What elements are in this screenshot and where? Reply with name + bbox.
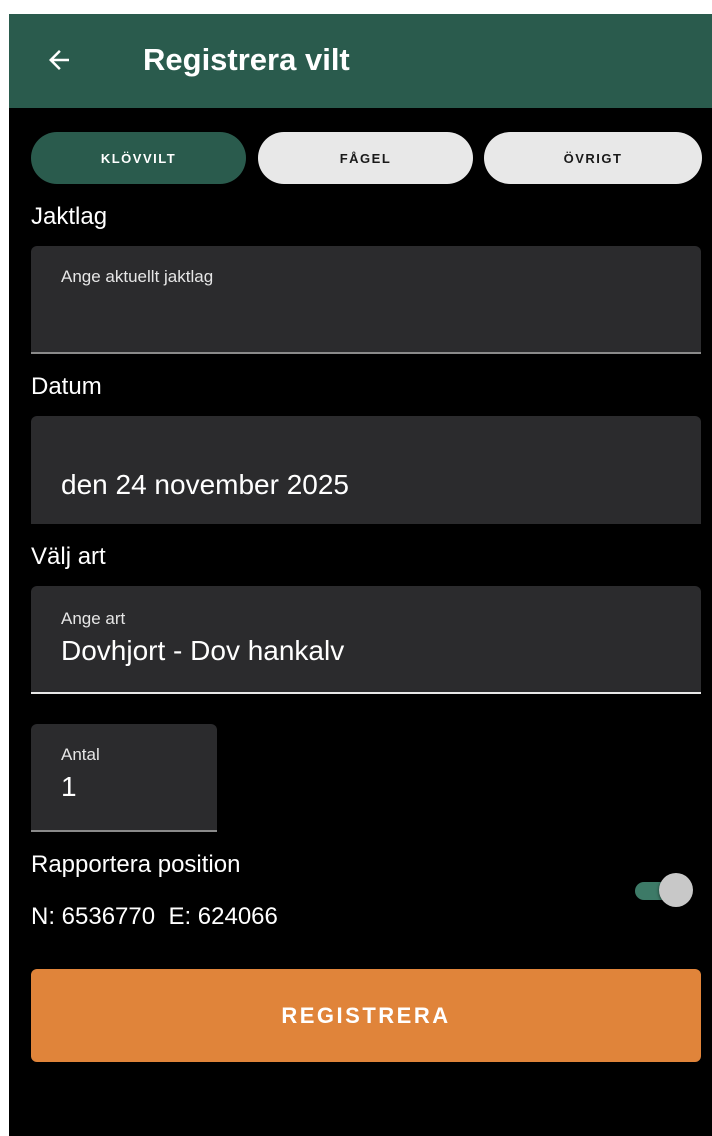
- app-screen: Registrera vilt KLÖVVILT FÅGEL ÖVRIGT Ja…: [9, 14, 712, 1136]
- tab-fagel[interactable]: FÅGEL: [258, 132, 473, 184]
- datum-label: Datum: [31, 373, 102, 400]
- datum-value: den 24 november 2025: [61, 469, 349, 500]
- register-button[interactable]: REGISTRERA: [31, 969, 701, 1062]
- antal-hint: Antal: [61, 745, 100, 764]
- tab-klovvilt[interactable]: KLÖVVILT: [31, 132, 246, 184]
- datum-field[interactable]: den 24 november 2025: [31, 416, 701, 524]
- back-button[interactable]: [37, 38, 81, 82]
- art-value: Dovhjort - Dov hankalv: [61, 635, 345, 666]
- jaktlag-placeholder: Ange aktuellt jaktlag: [61, 267, 214, 286]
- toggle-thumb: [659, 873, 693, 907]
- jaktlag-field[interactable]: Ange aktuellt jaktlag: [31, 246, 701, 354]
- jaktlag-label: Jaktlag: [31, 203, 108, 230]
- art-hint: Ange art: [61, 609, 126, 628]
- art-field[interactable]: Ange art Dovhjort - Dov hankalv: [31, 586, 701, 694]
- arrow-left-icon: [49, 50, 69, 70]
- position-coordinates: N: 6536770 E: 624066: [31, 903, 278, 930]
- page-title: Registrera vilt: [143, 42, 350, 77]
- antal-value: 1: [61, 771, 77, 802]
- tab-ovrigt[interactable]: ÖVRIGT: [484, 132, 702, 184]
- art-label: Välj art: [31, 543, 106, 570]
- app-bar: Registrera vilt: [9, 14, 712, 108]
- position-toggle[interactable]: [633, 872, 693, 908]
- antal-field[interactable]: Antal 1: [31, 724, 217, 832]
- category-tabs: KLÖVVILT FÅGEL ÖVRIGT: [31, 132, 703, 184]
- position-label: Rapportera position: [31, 851, 241, 878]
